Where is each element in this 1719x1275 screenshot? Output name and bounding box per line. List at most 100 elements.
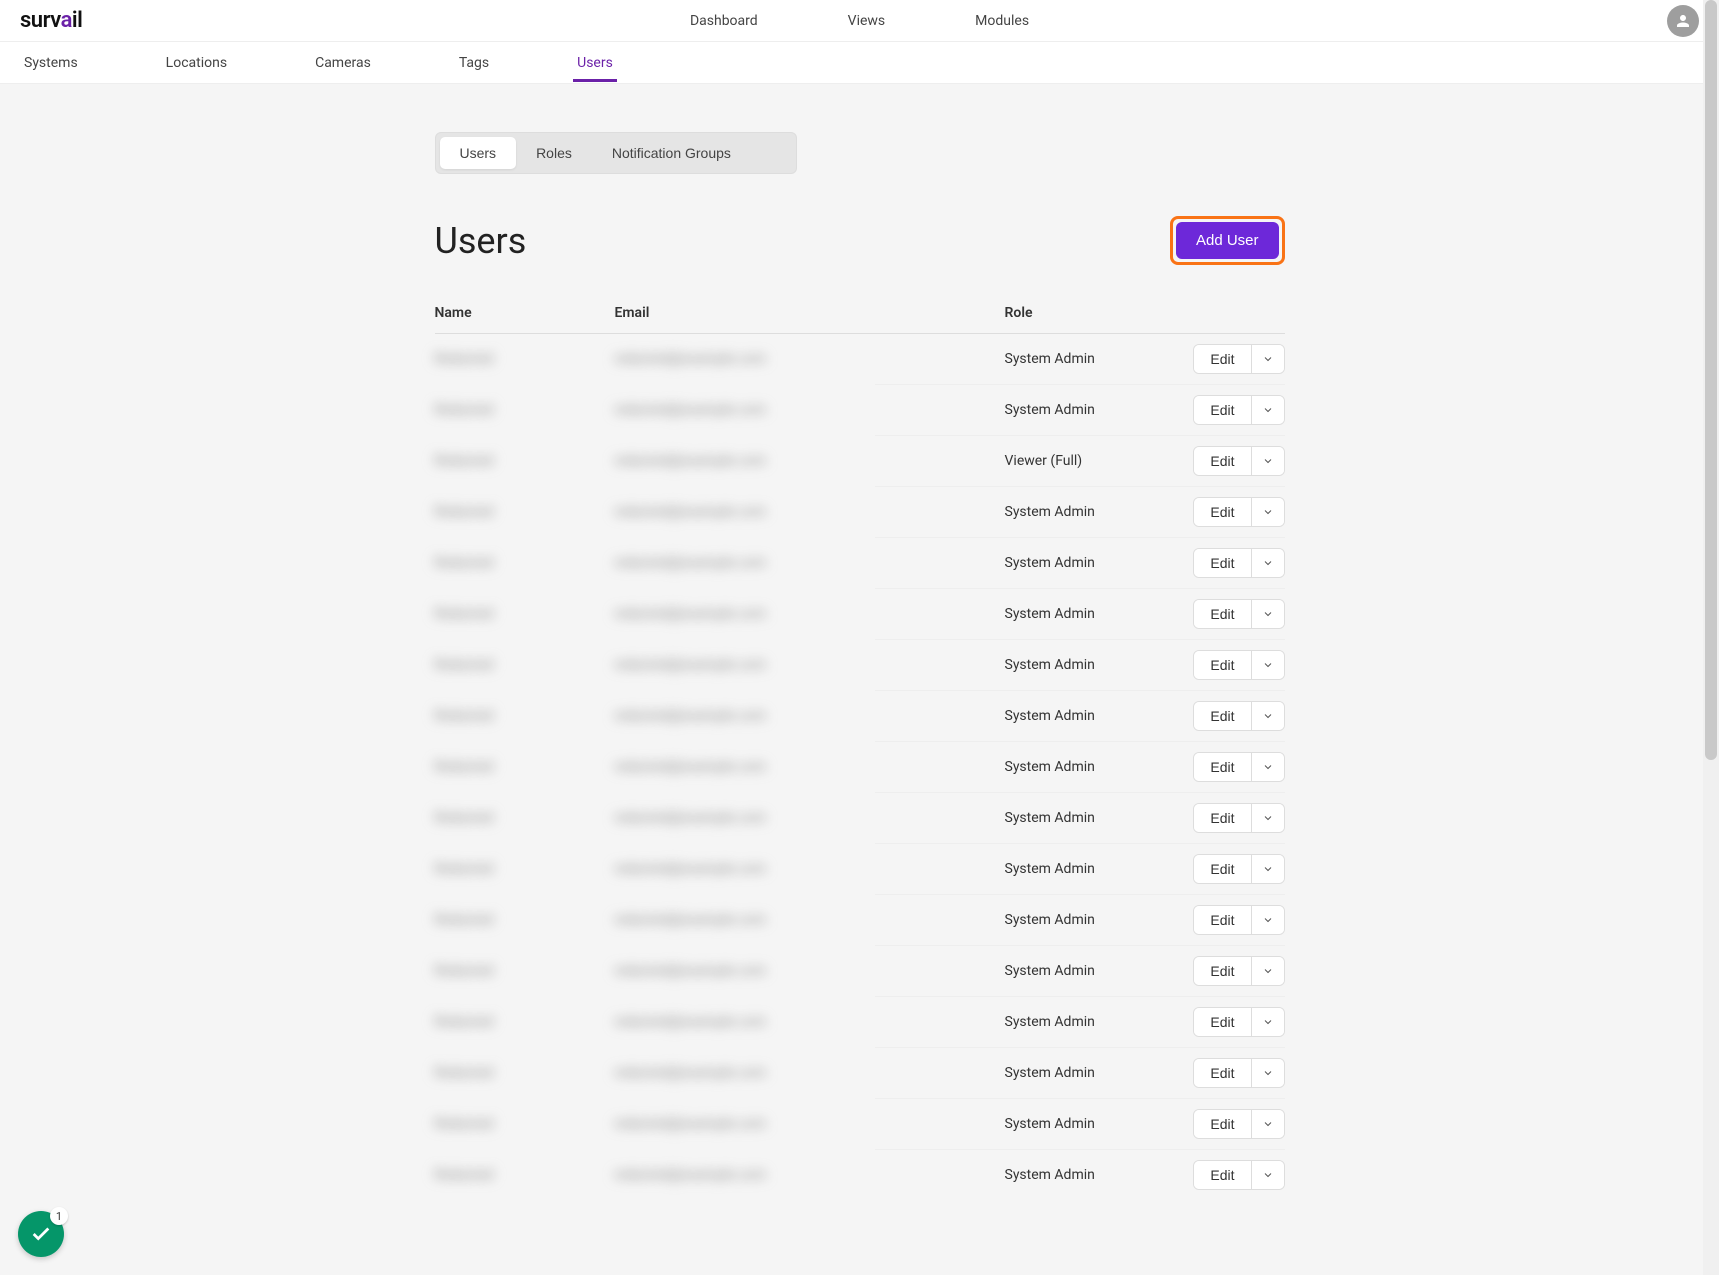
- user-role: System Admin: [1005, 1116, 1165, 1132]
- edit-button[interactable]: Edit: [1194, 345, 1250, 373]
- table-row: Redactedredacted@example.comSystem Admin…: [435, 844, 1285, 894]
- row-actions: Edit: [1165, 344, 1285, 374]
- row-menu-button[interactable]: [1251, 1008, 1284, 1036]
- user-name: Redacted: [435, 1014, 615, 1030]
- table-row: Redactedredacted@example.comSystem Admin…: [435, 589, 1285, 639]
- row-menu-button[interactable]: [1251, 600, 1284, 628]
- user-role: System Admin: [1005, 657, 1165, 673]
- edit-button[interactable]: Edit: [1194, 1008, 1250, 1036]
- table-row: Redactedredacted@example.comSystem Admin…: [435, 487, 1285, 537]
- edit-button-group: Edit: [1193, 446, 1284, 476]
- row-menu-button[interactable]: [1251, 906, 1284, 934]
- edit-button[interactable]: Edit: [1194, 1059, 1250, 1087]
- check-icon: [30, 1223, 52, 1245]
- scrollbar-track[interactable]: [1703, 0, 1719, 1275]
- user-email: redacted@example.com: [615, 708, 1005, 724]
- edit-button[interactable]: Edit: [1194, 651, 1250, 679]
- row-menu-button[interactable]: [1251, 957, 1284, 985]
- user-role: System Admin: [1005, 861, 1165, 877]
- user-email: redacted@example.com: [615, 912, 1005, 928]
- subnav-tags[interactable]: Tags: [455, 44, 493, 82]
- row-menu-button[interactable]: [1251, 855, 1284, 883]
- edit-button[interactable]: Edit: [1194, 600, 1250, 628]
- user-name: Redacted: [435, 759, 615, 775]
- user-email: redacted@example.com: [615, 759, 1005, 775]
- row-menu-button[interactable]: [1251, 345, 1284, 373]
- row-actions: Edit: [1165, 803, 1285, 833]
- row-menu-button[interactable]: [1251, 549, 1284, 577]
- edit-button[interactable]: Edit: [1194, 396, 1250, 424]
- chevron-down-icon: [1262, 455, 1274, 467]
- edit-button[interactable]: Edit: [1194, 702, 1250, 730]
- chevron-down-icon: [1262, 1169, 1274, 1181]
- tab-notification-groups[interactable]: Notification Groups: [592, 137, 751, 169]
- row-actions: Edit: [1165, 497, 1285, 527]
- add-user-button[interactable]: Add User: [1176, 222, 1279, 259]
- table-row: Redactedredacted@example.comSystem Admin…: [435, 1099, 1285, 1149]
- row-menu-button[interactable]: [1251, 447, 1284, 475]
- chevron-down-icon: [1262, 506, 1274, 518]
- edit-button[interactable]: Edit: [1194, 1161, 1250, 1189]
- table-row: Redactedredacted@example.comSystem Admin…: [435, 946, 1285, 996]
- row-menu-button[interactable]: [1251, 1161, 1284, 1189]
- user-role: System Admin: [1005, 504, 1165, 520]
- chevron-down-icon: [1262, 404, 1274, 416]
- edit-button-group: Edit: [1193, 1160, 1284, 1190]
- chevron-down-icon: [1262, 608, 1274, 620]
- edit-button-group: Edit: [1193, 497, 1284, 527]
- edit-button[interactable]: Edit: [1194, 549, 1250, 577]
- edit-button-group: Edit: [1193, 803, 1284, 833]
- subnav-locations[interactable]: Locations: [162, 44, 231, 82]
- edit-button[interactable]: Edit: [1194, 804, 1250, 832]
- user-email: redacted@example.com: [615, 351, 1005, 367]
- row-menu-button[interactable]: [1251, 1059, 1284, 1087]
- user-role: System Admin: [1005, 810, 1165, 826]
- nav-views[interactable]: Views: [848, 13, 886, 29]
- row-menu-button[interactable]: [1251, 804, 1284, 832]
- row-menu-button[interactable]: [1251, 498, 1284, 526]
- edit-button-group: Edit: [1193, 1058, 1284, 1088]
- table-row: Redactedredacted@example.comSystem Admin…: [435, 385, 1285, 435]
- edit-button[interactable]: Edit: [1194, 1110, 1250, 1138]
- edit-button-group: Edit: [1193, 395, 1284, 425]
- edit-button[interactable]: Edit: [1194, 498, 1250, 526]
- row-menu-button[interactable]: [1251, 1110, 1284, 1138]
- nav-dashboard[interactable]: Dashboard: [690, 13, 758, 29]
- edit-button[interactable]: Edit: [1194, 447, 1250, 475]
- table-body: Redactedredacted@example.comSystem Admin…: [435, 334, 1285, 1200]
- edit-button[interactable]: Edit: [1194, 753, 1250, 781]
- add-user-highlight: Add User: [1170, 216, 1285, 265]
- scrollbar-thumb[interactable]: [1705, 0, 1717, 760]
- subnav-users[interactable]: Users: [573, 44, 617, 82]
- page-title: Users: [435, 220, 527, 262]
- row-actions: Edit: [1165, 701, 1285, 731]
- status-badge: 1: [50, 1207, 68, 1225]
- subnav-cameras[interactable]: Cameras: [311, 44, 375, 82]
- tab-roles[interactable]: Roles: [516, 137, 592, 169]
- edit-button[interactable]: Edit: [1194, 957, 1250, 985]
- user-role: System Admin: [1005, 402, 1165, 418]
- row-menu-button[interactable]: [1251, 396, 1284, 424]
- tab-users[interactable]: Users: [440, 137, 517, 169]
- edit-button-group: Edit: [1193, 650, 1284, 680]
- chevron-down-icon: [1262, 557, 1274, 569]
- user-name: Redacted: [435, 912, 615, 928]
- chevron-down-icon: [1262, 710, 1274, 722]
- table-header: Name Email Role: [435, 293, 1285, 334]
- edit-button[interactable]: Edit: [1194, 906, 1250, 934]
- edit-button-group: Edit: [1193, 701, 1284, 731]
- row-menu-button[interactable]: [1251, 651, 1284, 679]
- row-menu-button[interactable]: [1251, 753, 1284, 781]
- user-role: System Admin: [1005, 912, 1165, 928]
- user-name: Redacted: [435, 810, 615, 826]
- user-role: System Admin: [1005, 1167, 1165, 1183]
- edit-button-group: Edit: [1193, 1109, 1284, 1139]
- user-email: redacted@example.com: [615, 555, 1005, 571]
- nav-modules[interactable]: Modules: [975, 13, 1029, 29]
- row-menu-button[interactable]: [1251, 702, 1284, 730]
- subnav-systems[interactable]: Systems: [20, 44, 82, 82]
- user-avatar[interactable]: [1667, 5, 1699, 37]
- brand-accent: a: [61, 8, 72, 33]
- status-bubble[interactable]: 1: [18, 1211, 64, 1257]
- edit-button[interactable]: Edit: [1194, 855, 1250, 883]
